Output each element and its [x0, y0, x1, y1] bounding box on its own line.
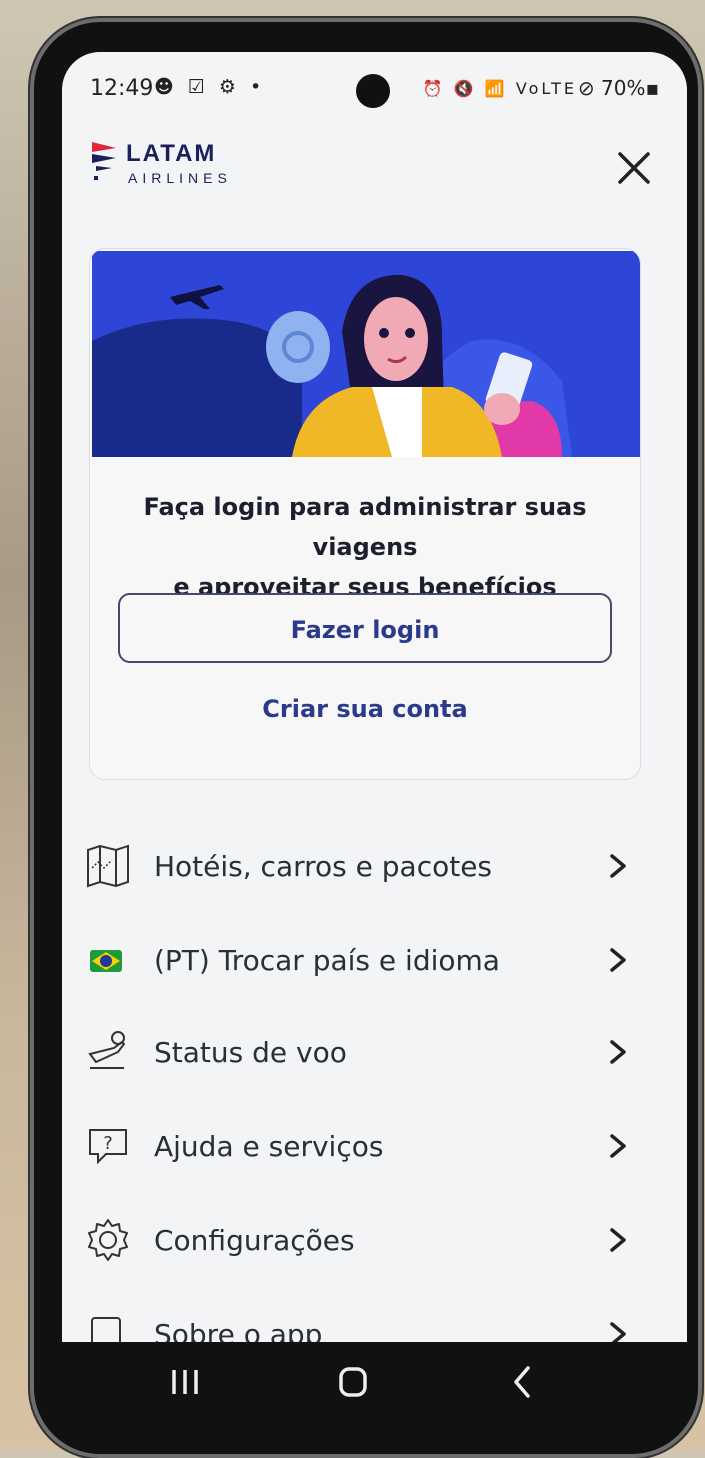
menu-item-hotels[interactable]: Hotéis, carros e pacotes [62, 826, 687, 906]
login-card: Faça login para administrar suas viagens… [89, 248, 641, 780]
home-icon[interactable] [328, 1360, 378, 1404]
battery-indicator: ⊘ 70%▪ [577, 76, 659, 100]
svg-text:?: ? [103, 1133, 113, 1154]
menu-item-label: (PT) Trocar país e idioma [154, 944, 500, 977]
gear-icon [88, 1219, 128, 1261]
menu-item-label: Ajuda e serviços [154, 1130, 384, 1163]
menu-item-help[interactable]: ? Ajuda e serviços [62, 1106, 687, 1186]
menu-item-settings[interactable]: Configurações [62, 1200, 687, 1280]
brazil-flag-icon [90, 950, 122, 972]
chevron-right-icon [610, 1134, 626, 1158]
brand-subtitle: AIRLINES [128, 170, 232, 186]
recent-apps-icon[interactable] [160, 1360, 210, 1404]
chevron-right-icon [610, 948, 626, 972]
traveler-illustration [92, 251, 640, 457]
chevron-right-icon [610, 1040, 626, 1064]
status-bar: 12:49 ☻ ☑ ⚙ • ⏰ 🔇 📶 VoLTE ⊘ 70%▪ [62, 52, 687, 132]
flight-status-icon [88, 1031, 126, 1069]
menu-item-label: Configurações [154, 1224, 355, 1257]
signal-icons: ⏰ 🔇 📶 VoLTE [422, 79, 577, 98]
menu-item-label: Status de voo [154, 1036, 347, 1069]
status-time: 12:49 [90, 76, 154, 101]
chevron-right-icon [610, 1228, 626, 1252]
login-prompt: Faça login para administrar suas viagens… [90, 487, 640, 607]
front-camera [356, 74, 390, 108]
login-prompt-line1: Faça login para administrar suas viagens [143, 493, 587, 561]
map-icon [87, 844, 129, 888]
menu-item-label: Hotéis, carros e pacotes [154, 850, 493, 883]
menu-item-country-language[interactable]: (PT) Trocar país e idioma [62, 920, 687, 1000]
brand-name: LATAM [126, 140, 217, 167]
notification-icons: ☻ ☑ ⚙ • [154, 76, 266, 98]
app-screen: 12:49 ☻ ☑ ⚙ • ⏰ 🔇 📶 VoLTE ⊘ 70%▪ LATAM A… [62, 52, 687, 1352]
create-account-link[interactable]: Criar sua conta [90, 695, 640, 723]
close-icon[interactable] [614, 148, 654, 188]
menu-item-flight-status[interactable]: Status de voo [62, 1012, 687, 1092]
latam-logo: LATAM AIRLINES [90, 138, 250, 188]
help-icon: ? [89, 1129, 127, 1165]
chevron-right-icon [610, 854, 626, 878]
back-icon[interactable] [498, 1360, 548, 1404]
system-nav-bar [62, 1342, 687, 1422]
latam-logo-mark-icon [92, 142, 116, 180]
login-button[interactable]: Fazer login [118, 593, 612, 663]
